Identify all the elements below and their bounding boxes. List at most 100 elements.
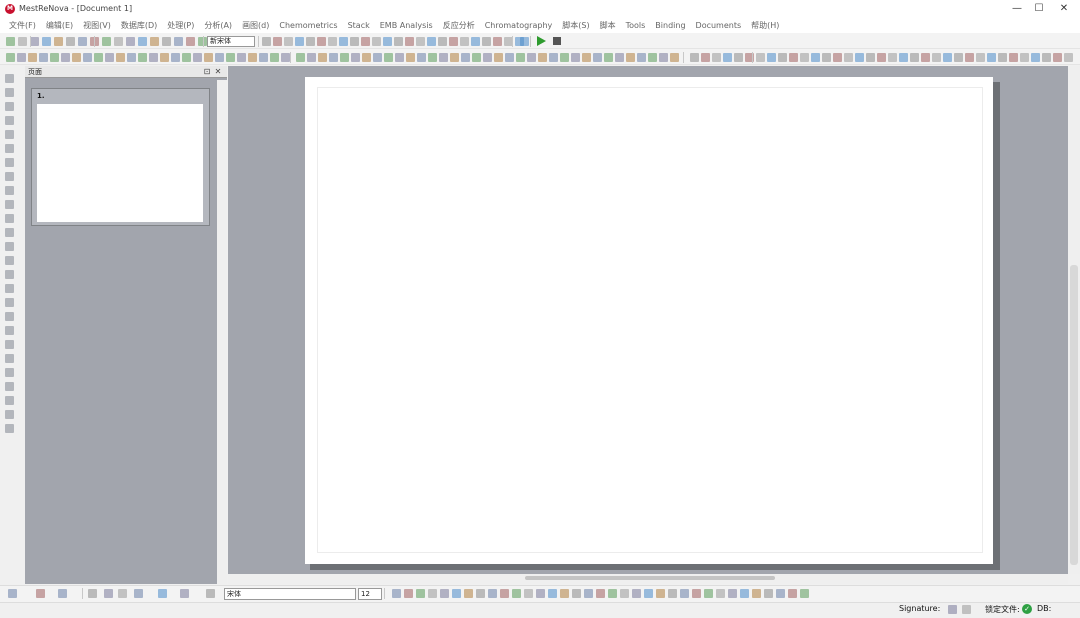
draw-tool-icon[interactable] bbox=[8, 589, 17, 598]
toolbar-button-icon[interactable] bbox=[306, 37, 315, 46]
toolbar-button-icon[interactable] bbox=[778, 53, 787, 62]
align-tool-icon[interactable] bbox=[488, 589, 497, 598]
align-tool-icon[interactable] bbox=[668, 589, 677, 598]
toolbar-button-icon[interactable] bbox=[317, 37, 326, 46]
toolbar-button-icon[interactable] bbox=[72, 53, 81, 62]
tool-button-icon[interactable] bbox=[5, 102, 14, 111]
toolbar-button-icon[interactable] bbox=[593, 53, 602, 62]
toolbar-button-icon[interactable] bbox=[582, 53, 591, 62]
align-tool-icon[interactable] bbox=[440, 589, 449, 598]
menu-item[interactable]: 编辑(E) bbox=[41, 20, 78, 31]
align-tool-icon[interactable] bbox=[500, 589, 509, 598]
align-tool-icon[interactable] bbox=[608, 589, 617, 598]
toolbar-button-icon[interactable] bbox=[237, 53, 246, 62]
align-tool-icon[interactable] bbox=[692, 589, 701, 598]
toolbar-button-icon[interactable] bbox=[1053, 53, 1062, 62]
menu-item[interactable]: 脚本(S) bbox=[557, 20, 594, 31]
menu-item[interactable]: 数据库(D) bbox=[116, 20, 162, 31]
panel-pin-icon[interactable]: ⊡ bbox=[202, 66, 212, 77]
toolbar-button-icon[interactable] bbox=[296, 53, 305, 62]
tool-button-icon[interactable] bbox=[5, 144, 14, 153]
toolbar-button-icon[interactable] bbox=[318, 53, 327, 62]
align-tool-icon[interactable] bbox=[596, 589, 605, 598]
toolbar-button-icon[interactable] bbox=[670, 53, 679, 62]
toolbar-button-icon[interactable] bbox=[160, 53, 169, 62]
align-tool-icon[interactable] bbox=[776, 589, 785, 598]
toolbar-button-icon[interactable] bbox=[1020, 53, 1029, 62]
toolbar-button-icon[interactable] bbox=[965, 53, 974, 62]
font-size-combo[interactable]: 12 bbox=[358, 588, 382, 600]
toolbar-button-icon[interactable] bbox=[39, 53, 48, 62]
toolbar-button-icon[interactable] bbox=[417, 53, 426, 62]
toolbar-button-icon[interactable] bbox=[976, 53, 985, 62]
toolbar-button-icon[interactable] bbox=[351, 53, 360, 62]
tool-button-icon[interactable] bbox=[5, 130, 14, 139]
toolbar-button-icon[interactable] bbox=[405, 37, 414, 46]
toolbar-button-icon[interactable] bbox=[127, 53, 136, 62]
align-tool-icon[interactable] bbox=[536, 589, 545, 598]
toolbar-button-icon[interactable] bbox=[701, 53, 710, 62]
toolbar-button-icon[interactable] bbox=[328, 37, 337, 46]
toolbar-button-icon[interactable] bbox=[18, 37, 27, 46]
draw-tool-icon[interactable] bbox=[134, 589, 143, 598]
toolbar-button-icon[interactable] bbox=[329, 53, 338, 62]
draw-tool-icon[interactable] bbox=[118, 589, 127, 598]
align-tool-icon[interactable] bbox=[740, 589, 749, 598]
toolbar-button-icon[interactable] bbox=[516, 53, 525, 62]
toolbar-button-icon[interactable] bbox=[734, 53, 743, 62]
toolbar-button-icon[interactable] bbox=[428, 53, 437, 62]
tool-button-icon[interactable] bbox=[5, 270, 14, 279]
run-script-button[interactable] bbox=[537, 36, 546, 46]
align-tool-icon[interactable] bbox=[704, 589, 713, 598]
toolbar-button-icon[interactable] bbox=[416, 37, 425, 46]
align-tool-icon[interactable] bbox=[752, 589, 761, 598]
toolbar-button-icon[interactable] bbox=[800, 53, 809, 62]
toolbar-button-icon[interactable] bbox=[439, 53, 448, 62]
toolbar-button-icon[interactable] bbox=[571, 53, 580, 62]
toolbar-button-icon[interactable] bbox=[295, 37, 304, 46]
align-tool-icon[interactable] bbox=[644, 589, 653, 598]
toolbar-button-icon[interactable] bbox=[350, 37, 359, 46]
menu-item[interactable]: 分析(A) bbox=[199, 20, 237, 31]
toolbar-button-icon[interactable] bbox=[520, 37, 529, 46]
toolbar-button-icon[interactable] bbox=[527, 53, 536, 62]
toolbar-button-icon[interactable] bbox=[482, 37, 491, 46]
toolbar-button-icon[interactable] bbox=[17, 53, 26, 62]
tool-button-icon[interactable] bbox=[5, 382, 14, 391]
draw-tool-icon[interactable] bbox=[88, 589, 97, 598]
toolbar-button-icon[interactable] bbox=[171, 53, 180, 62]
toolbar-button-icon[interactable] bbox=[6, 37, 15, 46]
align-tool-icon[interactable] bbox=[476, 589, 485, 598]
toolbar-button-icon[interactable] bbox=[811, 53, 820, 62]
menu-item[interactable]: 脚本 bbox=[595, 20, 621, 31]
vertical-scroll-thumb[interactable] bbox=[1070, 265, 1078, 565]
toolbar-button-icon[interactable] bbox=[560, 53, 569, 62]
menu-item[interactable]: Documents bbox=[691, 21, 747, 30]
page-thumbnail-preview[interactable] bbox=[37, 104, 203, 222]
toolbar-button-icon[interactable] bbox=[690, 53, 699, 62]
toolbar-button-icon[interactable] bbox=[116, 53, 125, 62]
toolbar-button-icon[interactable] bbox=[340, 53, 349, 62]
toolbar-button-icon[interactable] bbox=[943, 53, 952, 62]
toolbar-button-icon[interactable] bbox=[789, 53, 798, 62]
toolbar-button-icon[interactable] bbox=[361, 37, 370, 46]
toolbar-button-icon[interactable] bbox=[182, 53, 191, 62]
draw-tool-icon[interactable] bbox=[58, 589, 67, 598]
toolbar-button-icon[interactable] bbox=[626, 53, 635, 62]
toolbar-button-icon[interactable] bbox=[262, 37, 271, 46]
signature-tool-icon[interactable] bbox=[962, 605, 971, 614]
toolbar-button-icon[interactable] bbox=[362, 53, 371, 62]
toolbar-button-icon[interactable] bbox=[28, 53, 37, 62]
toolbar-button-icon[interactable] bbox=[394, 37, 403, 46]
toolbar-button-icon[interactable] bbox=[427, 37, 436, 46]
menu-item[interactable]: Chromatography bbox=[480, 21, 558, 30]
tool-button-icon[interactable] bbox=[5, 116, 14, 125]
toolbar-button-icon[interactable] bbox=[372, 37, 381, 46]
align-tool-icon[interactable] bbox=[632, 589, 641, 598]
tool-button-icon[interactable] bbox=[5, 256, 14, 265]
tool-button-icon[interactable] bbox=[5, 172, 14, 181]
toolbar-button-icon[interactable] bbox=[767, 53, 776, 62]
tool-button-icon[interactable] bbox=[5, 214, 14, 223]
draw-tool-icon[interactable] bbox=[158, 589, 167, 598]
menu-item[interactable]: 帮助(H) bbox=[746, 20, 784, 31]
